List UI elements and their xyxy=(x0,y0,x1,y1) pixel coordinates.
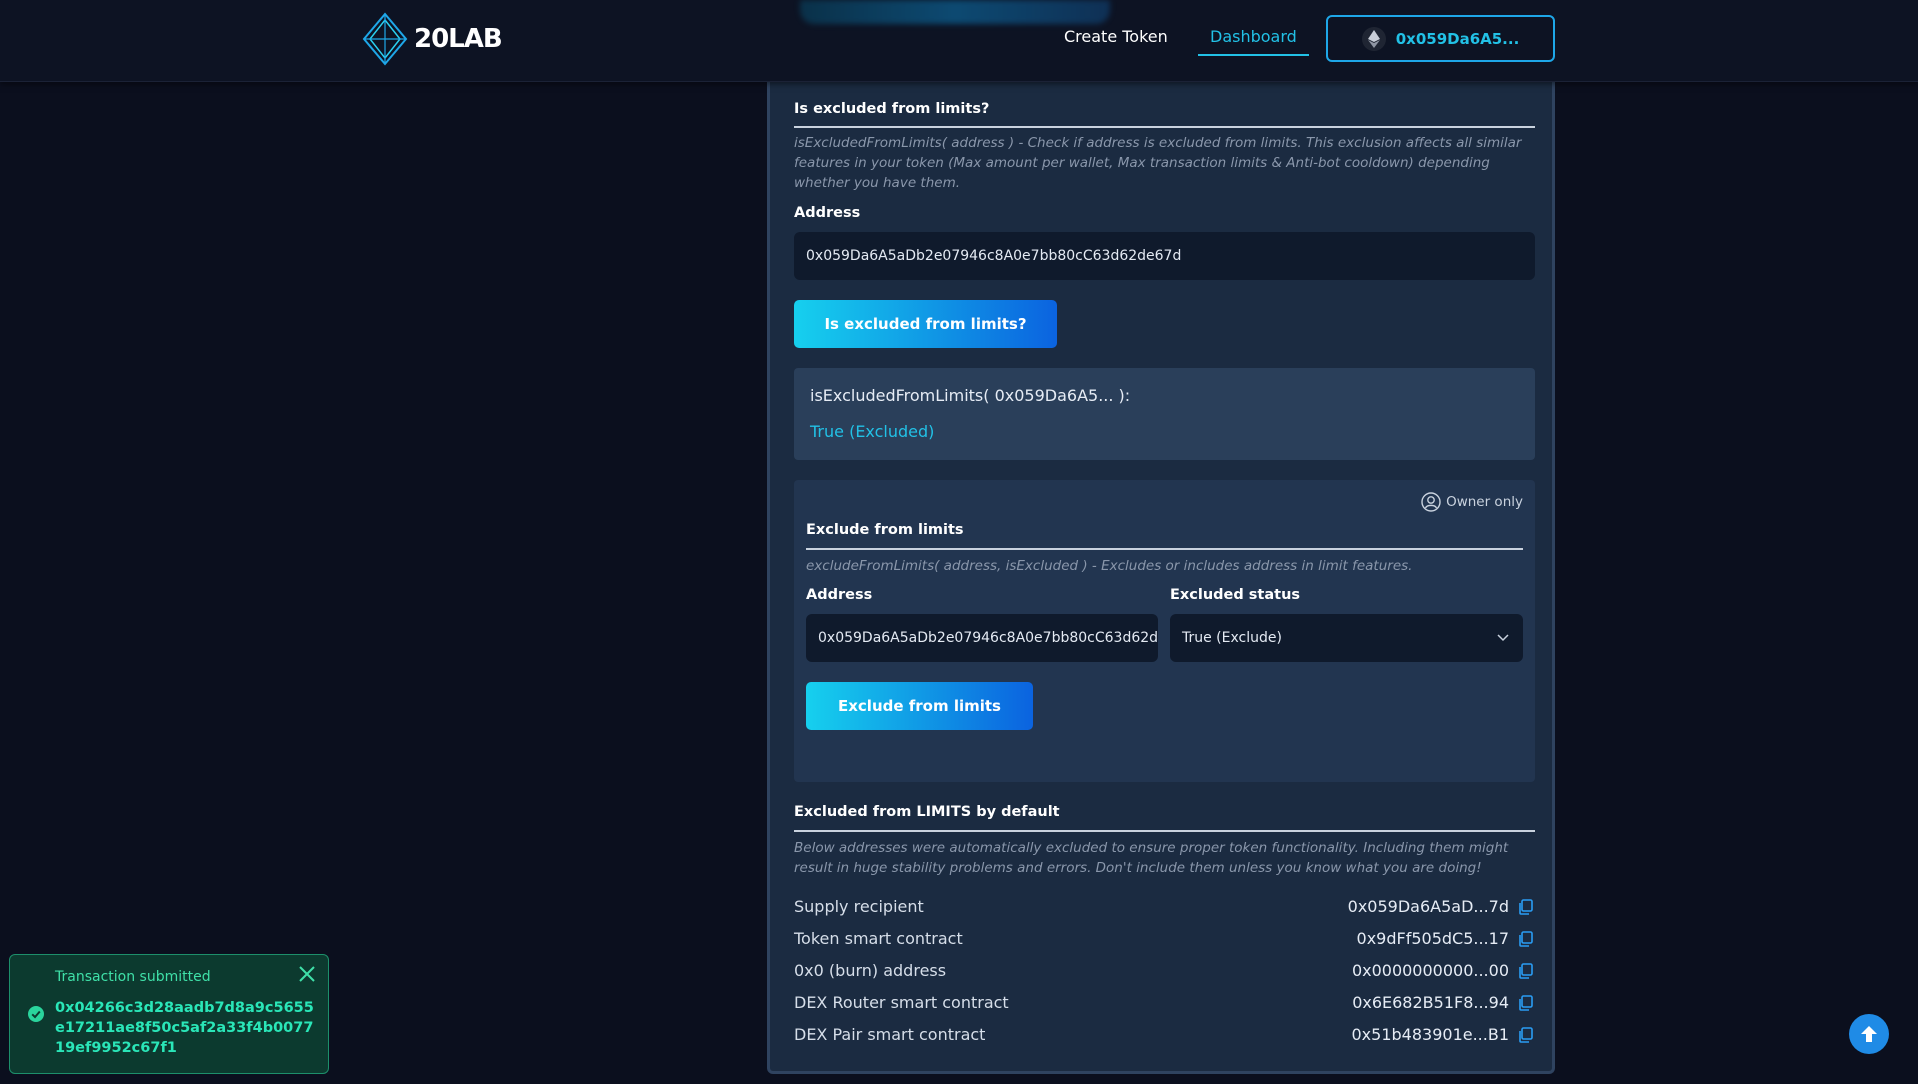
header-glow-decoration xyxy=(800,0,1110,24)
row-label: DEX Router smart contract xyxy=(794,993,1009,1012)
check-section-title: Is excluded from limits? xyxy=(794,101,990,117)
transaction-toast: Transaction submitted 0x04266c3d28aadb7d… xyxy=(9,954,329,1074)
row-value: 0x9dFf505dC5...17 xyxy=(1356,929,1509,948)
owner-only-text: Owner only xyxy=(1446,494,1523,510)
check-section-description: isExcludedFromLimits( address ) - Check … xyxy=(794,135,1522,191)
exclude-from-limits-button[interactable]: Exclude from limits xyxy=(806,682,1033,730)
check-result-box: isExcludedFromLimits( 0x059Da6A5... ): T… xyxy=(794,368,1535,460)
nav-create-token[interactable]: Create Token xyxy=(1064,27,1168,46)
logo[interactable]: 20LAB xyxy=(362,12,503,66)
row-value: 0x0000000000...00 xyxy=(1351,961,1509,980)
excluded-status-label: Excluded status xyxy=(1170,587,1301,603)
nav-dashboard[interactable]: Dashboard xyxy=(1198,27,1309,56)
default-section-title: Excluded from LIMITS by default xyxy=(794,804,1060,820)
check-result-value: True (Excluded) xyxy=(810,422,935,441)
copy-icon[interactable] xyxy=(1517,994,1535,1012)
ethereum-icon xyxy=(1361,26,1386,51)
exclude-section-divider xyxy=(806,548,1523,550)
check-address-input[interactable]: 0x059Da6A5aDb2e07946c8A0e7bb80cC63d62de6… xyxy=(794,232,1535,280)
list-item: 0x0 (burn) address 0x0000000000...00 xyxy=(794,954,1535,986)
copy-icon[interactable] xyxy=(1517,1026,1535,1044)
default-section-divider xyxy=(794,830,1535,832)
copy-icon[interactable] xyxy=(1517,962,1535,980)
exclude-section-title: Exclude from limits xyxy=(806,522,964,538)
toast-tx-hash[interactable]: 0x04266c3d28aadb7d8a9c5655e17211ae8f50c5… xyxy=(55,998,315,1058)
check-result-call: isExcludedFromLimits( 0x059Da6A5... ): xyxy=(810,386,1131,405)
default-address-list: Supply recipient 0x059Da6A5aD...7d Token… xyxy=(794,890,1535,1050)
close-icon[interactable] xyxy=(298,965,316,983)
chevron-down-icon xyxy=(1497,634,1509,642)
owner-only-badge: Owner only xyxy=(1421,492,1523,512)
check-circle-icon xyxy=(28,1006,44,1022)
scroll-to-top-button[interactable] xyxy=(1849,1014,1889,1054)
row-label: DEX Pair smart contract xyxy=(794,1025,986,1044)
row-label: Supply recipient xyxy=(794,897,924,916)
list-item: DEX Router smart contract 0x6E682B51F8..… xyxy=(794,986,1535,1018)
logo-diamond-icon xyxy=(362,12,408,66)
default-section-description: Below addresses were automatically exclu… xyxy=(794,840,1509,876)
row-label: Token smart contract xyxy=(794,929,963,948)
arrow-up-icon xyxy=(1861,1026,1877,1042)
check-section-divider xyxy=(794,126,1535,128)
exclude-address-input[interactable]: 0x059Da6A5aDb2e07946c8A0e7bb80cC63d62de6… xyxy=(806,614,1158,662)
is-excluded-button[interactable]: Is excluded from limits? xyxy=(794,300,1057,348)
row-label: 0x0 (burn) address xyxy=(794,961,947,980)
copy-icon[interactable] xyxy=(1517,930,1535,948)
check-address-label: Address xyxy=(794,205,861,221)
wallet-button[interactable]: 0x059Da6A5... xyxy=(1326,15,1555,62)
exclude-address-label: Address xyxy=(806,587,873,603)
row-value: 0x6E682B51F8...94 xyxy=(1352,993,1509,1012)
toast-title: Transaction submitted xyxy=(55,969,211,985)
wallet-address: 0x059Da6A5... xyxy=(1395,29,1520,48)
contract-panel: Is excluded from limits? isExcludedFromL… xyxy=(767,82,1555,1074)
list-item: Supply recipient 0x059Da6A5aD...7d xyxy=(794,890,1535,922)
top-navbar: 20LAB Create Token Dashboard 0x059Da6A5.… xyxy=(0,0,1918,82)
row-value: 0x059Da6A5aD...7d xyxy=(1347,897,1509,916)
user-circle-icon xyxy=(1421,492,1441,512)
logo-text: 20LAB xyxy=(414,24,503,54)
exclude-section-description: excludeFromLimits( address, isExcluded )… xyxy=(806,558,1413,574)
list-item: DEX Pair smart contract 0x51b483901e...B… xyxy=(794,1018,1535,1050)
row-value: 0x51b483901e...B1 xyxy=(1351,1025,1510,1044)
excluded-status-select[interactable]: True (Exclude) xyxy=(1170,614,1523,662)
excluded-status-value: True (Exclude) xyxy=(1182,630,1282,646)
list-item: Token smart contract 0x9dFf505dC5...17 xyxy=(794,922,1535,954)
exclude-section-box: Owner only Exclude from limits excludeFr… xyxy=(794,480,1535,782)
copy-icon[interactable] xyxy=(1517,898,1535,916)
